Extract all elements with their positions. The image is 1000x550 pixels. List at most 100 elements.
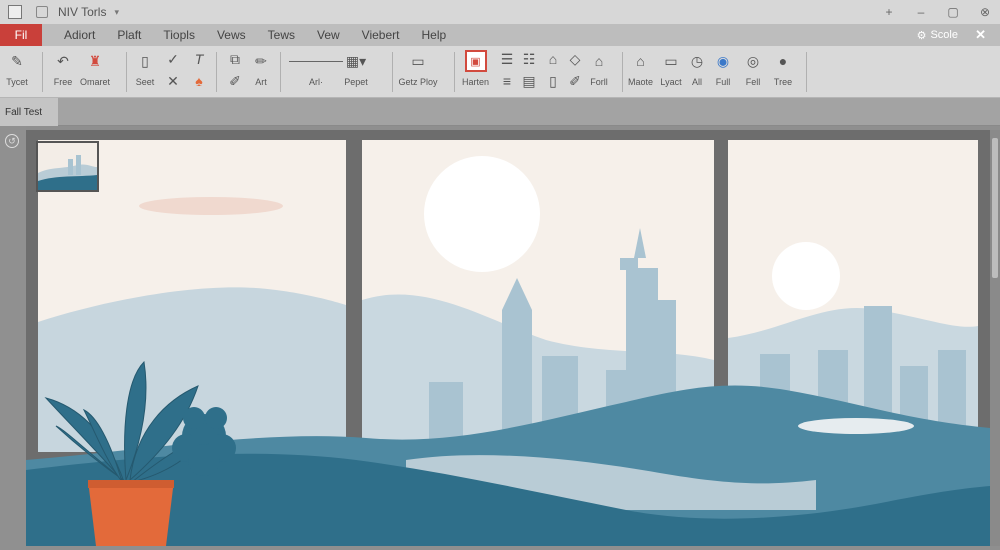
thumbnail-image xyxy=(38,143,97,190)
tycet-label: Tycet xyxy=(6,77,28,87)
seet-button[interactable]: ▯ Seet xyxy=(134,50,156,88)
pen-icon: ✐ xyxy=(229,72,241,89)
plant-pot xyxy=(88,480,174,546)
window-mullion xyxy=(346,140,362,460)
free-button[interactable]: ↶ Free xyxy=(52,50,74,88)
forll-button[interactable]: ⌂ Forll xyxy=(588,50,610,87)
menu-item[interactable]: Viebert xyxy=(362,28,400,42)
title-dropdown-icon[interactable]: ▾ xyxy=(114,7,119,18)
clock-icon: ◷ xyxy=(690,52,704,69)
align-icon: ≡ xyxy=(502,73,512,89)
grid-icon: ▦▾ xyxy=(345,52,367,69)
table-icon: ▤ xyxy=(522,72,536,89)
shape-button[interactable]: ◇ ✐ xyxy=(564,48,586,92)
thumbnail-preview[interactable] xyxy=(36,141,99,192)
fell-label: Fell xyxy=(745,77,761,87)
pepet-dropdown[interactable]: ▦▾ Pepet xyxy=(336,50,376,88)
cloud xyxy=(139,197,283,215)
check-button[interactable]: ✓ ✕ xyxy=(162,48,184,92)
harten-button[interactable]: ▣ Harten xyxy=(462,50,489,87)
house-edit-icon: ⌂ xyxy=(636,53,645,69)
scale-control[interactable]: ⚙ Scole xyxy=(917,24,958,46)
menu-item[interactable]: Adiort xyxy=(64,28,95,42)
artboard-canvas[interactable] xyxy=(26,130,990,546)
tycet-button[interactable]: ✎ Tycet xyxy=(6,50,28,88)
selection-icon: ▣ xyxy=(464,50,487,72)
fell-button[interactable]: ◎ Fell xyxy=(742,50,764,88)
minimize-button[interactable]: – xyxy=(914,5,928,19)
close-icon[interactable]: ✕ xyxy=(975,24,986,46)
title-bar: NIV Torls ▾ + – ▢ ⊗ xyxy=(0,0,1000,24)
pencil-icon: ✏ xyxy=(255,52,267,69)
tree-button[interactable]: ● Tree xyxy=(772,50,794,87)
separator xyxy=(622,52,623,92)
left-tool-strip: ↺ xyxy=(0,126,26,550)
frame-icon: ▭ xyxy=(411,52,425,69)
bookmark-icon: ⌂ xyxy=(548,51,558,67)
all-button[interactable]: ◷ All xyxy=(686,50,708,88)
separator xyxy=(392,52,393,92)
document-icon: ▯ xyxy=(141,52,149,69)
menu-bar: Fil Adiort Plaft Tiopls Vews Tews Vew Vi… xyxy=(0,24,1000,46)
page-icon: ▯ xyxy=(549,72,557,89)
globe-icon: ◉ xyxy=(716,52,730,69)
getz-play-label: Getz Ploy xyxy=(398,77,438,87)
document-tab[interactable]: Fall Test xyxy=(0,98,58,126)
separator xyxy=(280,52,281,92)
menu-item[interactable]: Plaft xyxy=(117,28,141,42)
help-icon[interactable]: + xyxy=(882,5,896,19)
menu-item[interactable]: Tews xyxy=(268,28,295,42)
art-label: Art xyxy=(255,77,267,87)
italic-button[interactable]: T ♠ xyxy=(188,48,210,92)
arl-label: Arl· xyxy=(309,77,323,87)
full-button[interactable]: ◉ Full xyxy=(712,50,734,88)
vertical-scrollbar[interactable] xyxy=(990,130,1000,546)
sun xyxy=(424,156,540,272)
close-window-button[interactable]: ⊗ xyxy=(978,5,992,19)
all-label: All xyxy=(691,77,702,87)
list-button[interactable]: ☰ ≡ xyxy=(496,48,518,92)
seet-label: Seet xyxy=(135,77,155,87)
bookmark-button[interactable]: ⌂ ▯ xyxy=(542,48,564,92)
separator xyxy=(126,52,127,92)
forll-label: Forll xyxy=(590,77,608,87)
omaret-button[interactable]: ♜ Omaret xyxy=(80,50,110,88)
list-icon: ☰ xyxy=(500,50,514,67)
full-label: Full xyxy=(715,77,731,87)
lyact-button[interactable]: ▭ Lyact xyxy=(660,50,682,88)
house-icon: ⌂ xyxy=(594,53,604,69)
save-icon[interactable] xyxy=(36,6,48,18)
window-title: NIV Torls xyxy=(58,5,107,19)
lake xyxy=(798,418,914,434)
check-icon: ✓ xyxy=(167,50,179,67)
menu-item[interactable]: Help xyxy=(421,28,446,42)
getz-play-button[interactable]: ▭ Getz Ploy xyxy=(398,50,438,88)
italic-icon: T xyxy=(194,51,204,67)
stack-button[interactable]: ☷ ▤ xyxy=(518,48,540,92)
moon xyxy=(772,242,840,310)
bucket-icon: ♜ xyxy=(88,52,102,69)
copy-button[interactable]: ⧉ ✐ xyxy=(224,48,246,92)
undo-icon[interactable]: ↺ xyxy=(5,134,19,148)
app-icon xyxy=(8,5,22,19)
tree-icon: ● xyxy=(778,53,788,69)
copy-icon: ⧉ xyxy=(230,50,240,67)
menu-item[interactable]: Vew xyxy=(317,28,340,42)
separator xyxy=(42,52,43,92)
free-label: Free xyxy=(53,77,73,87)
maote-button[interactable]: ⌂ Maote xyxy=(628,50,653,87)
document-tab-bar: Fall Test xyxy=(0,98,1000,126)
screen-icon: ▭ xyxy=(664,52,678,69)
gear-icon: ⚙ xyxy=(916,29,927,42)
menu-item[interactable]: Tiopls xyxy=(163,28,195,42)
pepet-label: Pepet xyxy=(344,77,368,87)
tree-label: Tree xyxy=(773,77,793,87)
brush2-icon: ✐ xyxy=(569,72,581,89)
menu-item[interactable]: Vews xyxy=(217,28,246,42)
restore-button[interactable]: ▢ xyxy=(946,5,960,19)
art-button[interactable]: ✏ Art xyxy=(250,50,272,88)
stack-icon: ☷ xyxy=(522,50,536,67)
file-tab[interactable]: Fil xyxy=(0,24,42,46)
window-mullion xyxy=(978,140,990,460)
scrollbar-thumb[interactable] xyxy=(992,138,998,278)
